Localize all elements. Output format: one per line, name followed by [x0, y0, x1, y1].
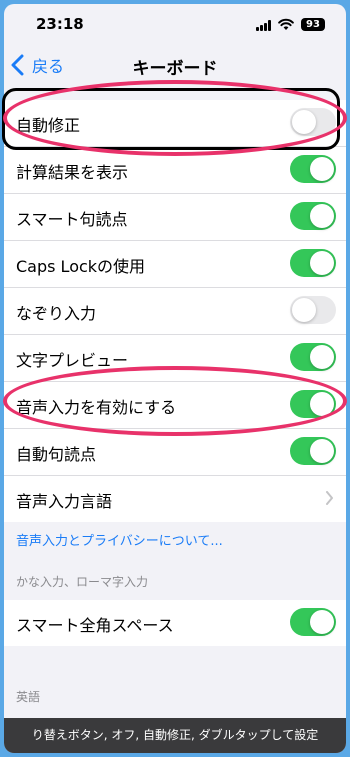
setting-label: 計算結果を表示: [16, 163, 129, 182]
navigation-bar: 戻る キーボード: [4, 44, 346, 86]
setting-label: Caps Lockの使用: [16, 257, 146, 276]
setting-label: 自動修正: [16, 116, 81, 135]
wifi-icon: [278, 18, 294, 30]
setting-label: なぞり入力: [16, 304, 97, 323]
chevron-right-icon: [326, 491, 333, 505]
setting-label: スマート全角スペース: [16, 616, 174, 635]
toggle-knob: [310, 157, 334, 181]
setting-row-show-calculation: 計算結果を表示: [4, 147, 346, 194]
setting-row-auto-punctuation: 自動句読点: [4, 429, 346, 476]
keyboard-settings-group: 自動修正 計算結果を表示 スマート句読点 Caps Lockの使用 なぞり入力 …: [4, 100, 346, 522]
toggle-knob: [310, 345, 334, 369]
toggle-knob: [310, 392, 334, 416]
voiceover-caption: り替えボタン, オフ, 自動修正, ダブルタップして設定: [4, 718, 346, 753]
setting-row-smart-fullwidth-space: スマート全角スペース: [4, 600, 346, 646]
toggle-knob: [310, 204, 334, 228]
page-title: キーボード: [132, 59, 218, 79]
setting-label: 音声入力言語: [16, 492, 113, 511]
setting-row-character-preview: 文字プレビュー: [4, 335, 346, 382]
setting-row-slide-to-type: なぞり入力: [4, 288, 346, 335]
cellular-signal-icon: [256, 20, 272, 31]
setting-label: 音声入力を有効にする: [16, 398, 177, 417]
slide-to-type-toggle[interactable]: [290, 296, 336, 324]
phone-screen: 23:18 93 戻る キーボード 自動修正 計算結果を表示 スマート句読点 C…: [4, 4, 346, 753]
show-calculation-toggle[interactable]: [290, 155, 336, 183]
smart-fullwidth-space-toggle[interactable]: [290, 608, 336, 636]
toggle-knob: [310, 610, 334, 634]
enable-dictation-toggle[interactable]: [290, 390, 336, 418]
auto-punctuation-toggle[interactable]: [290, 437, 336, 465]
battery-icon: 93: [301, 18, 325, 31]
dictation-privacy-link[interactable]: 音声入力とプライバシーについて...: [16, 530, 223, 549]
setting-row-dictation-languages[interactable]: 音声入力言語: [4, 476, 346, 522]
status-time: 23:18: [36, 15, 84, 33]
section-header-english: 英語: [16, 690, 41, 704]
setting-row-enable-dictation: 音声入力を有効にする: [4, 382, 346, 429]
auto-correct-toggle[interactable]: [290, 108, 336, 136]
setting-label: 自動句読点: [16, 445, 97, 464]
caps-lock-toggle[interactable]: [290, 249, 336, 277]
setting-row-smart-punctuation: スマート句読点: [4, 194, 346, 241]
setting-label: 文字プレビュー: [16, 351, 129, 370]
status-bar: 23:18 93: [4, 4, 346, 44]
toggle-knob: [310, 251, 334, 275]
setting-row-caps-lock: Caps Lockの使用: [4, 241, 346, 288]
kana-settings-group: スマート全角スペース: [4, 600, 346, 646]
toggle-knob: [292, 298, 316, 322]
setting-row-auto-correct: 自動修正: [4, 100, 346, 147]
section-header-kana-input: かな入力、ローマ字入力: [16, 575, 149, 589]
character-preview-toggle[interactable]: [290, 343, 336, 371]
toggle-knob: [292, 110, 316, 134]
setting-label: スマート句読点: [16, 210, 128, 229]
toggle-knob: [310, 439, 334, 463]
smart-punctuation-toggle[interactable]: [290, 202, 336, 230]
